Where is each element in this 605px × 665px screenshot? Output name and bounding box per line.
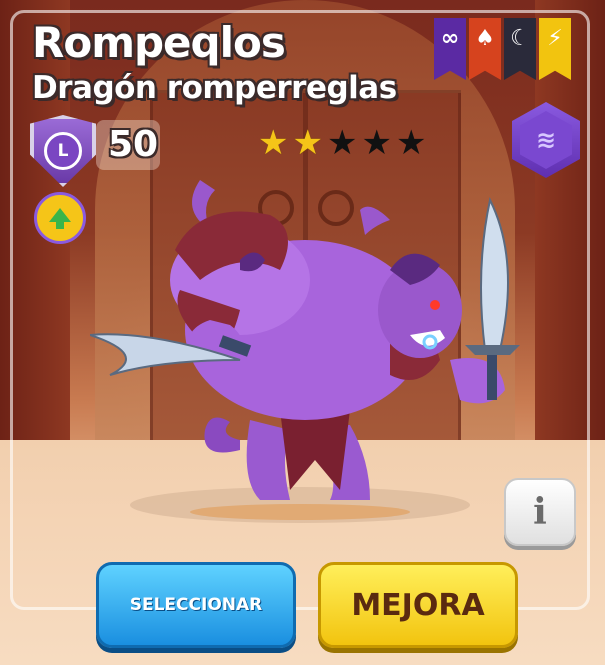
electric-element-icon[interactable]: ⚡ [539, 18, 571, 80]
rarity-letter: L [44, 132, 82, 170]
dragon-name: Rompeqlos [32, 18, 286, 67]
dark-element-icon[interactable]: ☾ [504, 18, 536, 80]
info-button[interactable]: i [504, 478, 576, 546]
infinity-element-icon[interactable]: ∞ [434, 18, 466, 80]
star-filled-icon: ★ [292, 123, 323, 163]
select-button[interactable]: SELECCIONAR [96, 562, 296, 648]
star-empty-icon: ★ [395, 123, 427, 163]
dragon-title: Dragón romperreglas [32, 70, 397, 106]
star-rating: ★ ★ ★ ★ ★ [258, 126, 426, 160]
upgrade-button[interactable]: MEJORA [318, 562, 518, 648]
dragon-illustration [90, 180, 520, 523]
element-banners: ∞ ♠ ☾ ⚡ [434, 18, 571, 80]
star-filled-icon: ★ [258, 123, 289, 163]
upgrade-available-icon[interactable] [34, 192, 86, 244]
star-empty-icon: ★ [361, 123, 392, 163]
war-element-icon[interactable]: ♠ [469, 18, 501, 80]
dragon-level: 50 [108, 124, 159, 165]
star-empty-icon: ★ [326, 123, 358, 163]
